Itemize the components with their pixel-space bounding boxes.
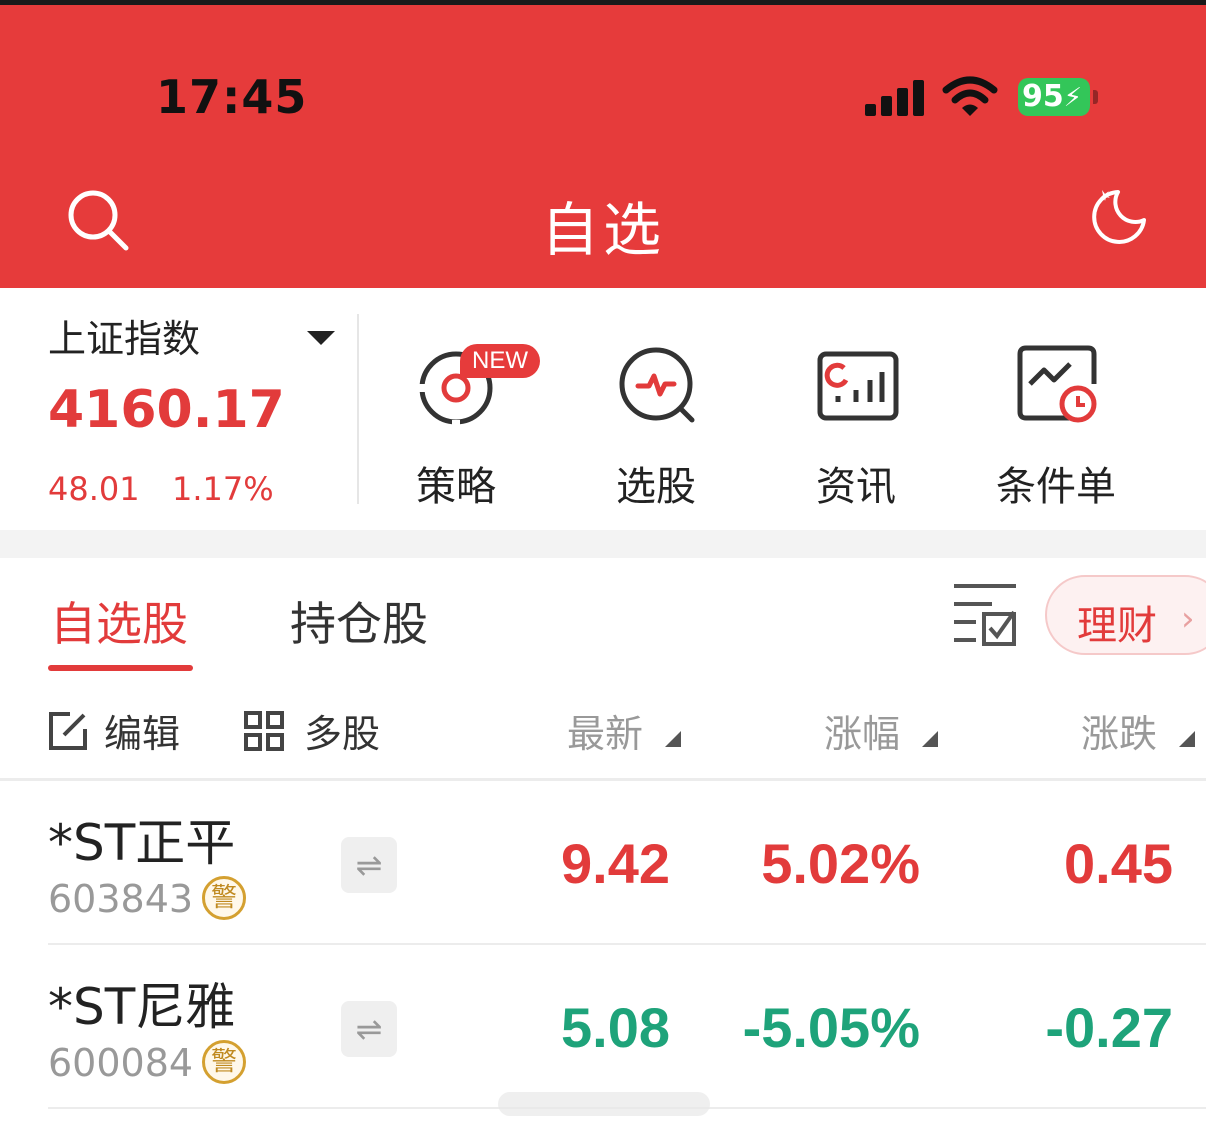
section-gap [0,530,1206,558]
battery-indicator: 95⚡ [1018,78,1090,116]
tool-strategy[interactable]: 策略 [376,288,536,530]
tool-conditional-order[interactable]: 条件单 [976,288,1136,530]
change-pct: 5.02% [761,832,920,895]
tab-watchlist[interactable]: 自选股 [50,588,188,654]
stock-name: *ST尼雅 [48,978,236,1036]
index-change: 48.01 [48,470,140,508]
home-indicator [498,1092,710,1116]
index-value: 4160.17 [48,380,285,440]
page-title: 自选 [540,196,665,264]
column-header-bar: 编辑 多股 最新 涨幅 涨跌 [0,673,1206,781]
cellular-signal-icon [865,80,925,116]
column-latest[interactable]: 最新 [567,703,643,758]
tool-label: 资讯 [816,464,896,510]
wifi-icon [942,76,998,116]
swap-icon[interactable]: ⇌ [341,837,397,893]
multi-stock-button[interactable]: 多股 [304,703,380,758]
stock-code: 600084 [48,1041,194,1085]
tool-label: 条件单 [996,464,1116,510]
wealth-label: 理财 [1077,603,1157,649]
status-time: 17:45 [156,70,308,124]
sort-icon[interactable] [1179,731,1195,747]
tool-label: 选股 [616,464,696,510]
change-pct: -5.05% [742,996,920,1059]
watchlist-tabs: 自选股 持仓股 [0,558,1206,673]
warning-badge: 警 [202,876,246,920]
tool-label: 策略 [416,464,496,510]
column-change-pct[interactable]: 涨幅 [824,703,900,758]
tool-news[interactable]: 资讯 [776,288,936,530]
night-mode-icon[interactable] [1088,184,1150,246]
active-tab-indicator [48,665,193,671]
sort-icon[interactable] [922,731,938,747]
manage-list-icon[interactable] [952,580,1018,648]
change-amount: -0.27 [1045,996,1173,1059]
conditional-order-icon [1017,345,1097,423]
wealth-management-button[interactable]: 理财 › [1045,575,1206,655]
chevron-right-icon: › [1181,599,1195,639]
battery-tip [1093,90,1098,104]
edit-button[interactable]: 编辑 [104,703,180,758]
warning-badge: 警 [202,1040,246,1084]
latest-price: 9.42 [561,832,670,895]
swap-icon[interactable]: ⇌ [341,1001,397,1057]
stock-row[interactable]: *ST正平 603843 警 ⇌ 9.42 5.02% 0.45 [0,781,1206,945]
new-badge: NEW [460,344,540,378]
divider [357,314,359,504]
tab-holdings[interactable]: 持仓股 [290,588,428,654]
index-change-pct: 1.17% [172,470,274,508]
news-icon [817,351,899,421]
edit-icon[interactable] [48,711,88,751]
tool-stock-picker[interactable]: 选股 [576,288,736,530]
stock-code: 603843 [48,877,194,921]
battery-level: 95 [1022,79,1064,114]
stock-picker-icon [619,347,695,423]
chevron-down-icon[interactable] [307,331,335,345]
grid-icon[interactable] [244,711,284,751]
sort-icon[interactable] [665,731,681,747]
latest-price: 5.08 [561,996,670,1059]
index-panel: 上证指数 4160.17 48.01 1.17% 策略 选股 资讯 条件单 [0,288,1206,530]
change-amount: 0.45 [1064,832,1173,895]
index-name[interactable]: 上证指数 [48,308,200,363]
column-change[interactable]: 涨跌 [1081,703,1157,758]
stock-name: *ST正平 [48,814,236,872]
stock-row[interactable]: *ST尼雅 600084 警 ⇌ 5.08 -5.05% -0.27 [0,945,1206,1109]
